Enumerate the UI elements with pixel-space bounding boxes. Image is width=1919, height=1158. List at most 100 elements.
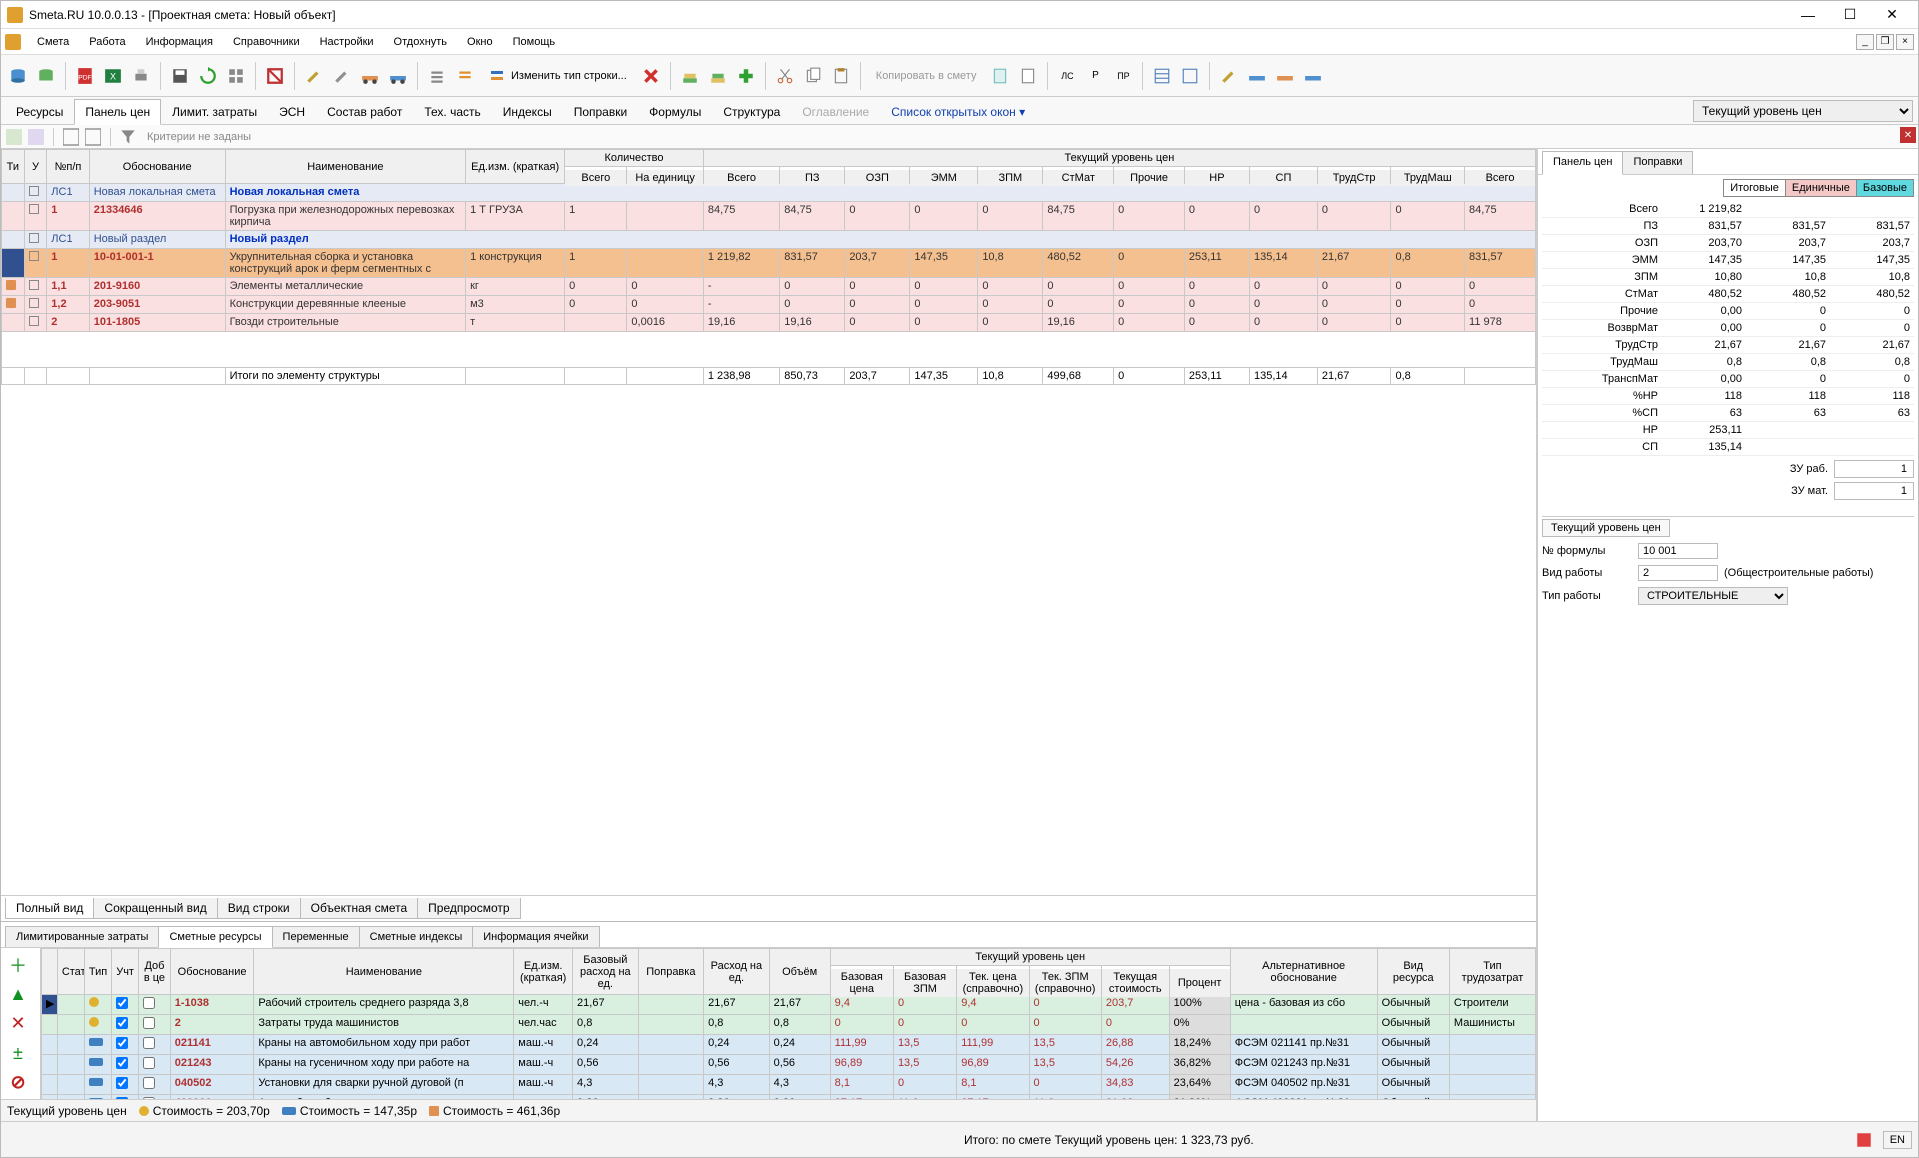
table-row[interactable]: ЛС1Новый разделНовый раздел xyxy=(2,231,1536,249)
stack2-icon[interactable] xyxy=(705,63,731,89)
maximize-button[interactable]: ☐ xyxy=(1830,4,1870,26)
lang-indicator[interactable]: EN xyxy=(1883,1131,1912,1149)
mdi-restore[interactable]: ❐ xyxy=(1876,34,1894,50)
badge-pr[interactable]: ПР xyxy=(1110,63,1136,89)
bh-dob[interactable]: Доб в це xyxy=(139,949,171,995)
menu-help[interactable]: Помощь xyxy=(503,32,566,52)
zu-rab-v[interactable]: 1 xyxy=(1834,460,1914,478)
subtab-8[interactable]: Формулы xyxy=(638,99,712,124)
view-tab-3[interactable]: Объектная смета xyxy=(300,898,419,919)
bottom-tab-4[interactable]: Информация ячейки xyxy=(472,926,599,947)
table-row[interactable]: 021141Краны на автомобильном ходу при ра… xyxy=(42,1035,1536,1055)
menu-rest[interactable]: Отдохнуть xyxy=(384,32,458,52)
table-row[interactable]: ▶1-1038Рабочий строитель среднего разряд… xyxy=(42,995,1536,1015)
hammer3-icon[interactable] xyxy=(1216,63,1242,89)
chk-dob[interactable] xyxy=(143,1077,155,1089)
bottom-grid[interactable]: Стат Тип Учт Доб в це Обоснование Наимен… xyxy=(41,948,1536,1099)
change-type-button[interactable]: Изменить тип строки... xyxy=(480,63,636,89)
noentry-btn[interactable]: ⊘ xyxy=(3,1070,33,1095)
subtab-7[interactable]: Поправки xyxy=(563,99,638,124)
hdr-trudstr[interactable]: ТрудСтр xyxy=(1317,169,1391,186)
menu-smeta[interactable]: Смета xyxy=(27,32,79,52)
chk-dob[interactable] xyxy=(143,997,155,1009)
hdr-pz[interactable]: ПЗ xyxy=(780,169,845,186)
bh-bp[interactable]: Базовая цена xyxy=(830,968,893,997)
bh-cz[interactable]: Тек. ЗПМ (справочно) xyxy=(1029,968,1101,997)
chk-dob[interactable] xyxy=(143,1057,155,1069)
bh-base-unit[interactable]: Базовый расход на ед. xyxy=(573,949,639,995)
subtab-3[interactable]: ЭСН xyxy=(268,99,316,124)
delete-red-icon[interactable] xyxy=(638,63,664,89)
view-tab-4[interactable]: Предпросмотр xyxy=(417,898,520,919)
chk-ucht[interactable] xyxy=(116,1077,128,1089)
bh-alt[interactable]: Альтернативное обоснование xyxy=(1230,949,1377,995)
car-blue-icon[interactable] xyxy=(385,63,411,89)
hdr-u[interactable]: У xyxy=(24,150,47,184)
hdr-ltotal[interactable]: Всего xyxy=(703,169,779,186)
hdr-osnov[interactable]: Обоснование xyxy=(89,150,225,184)
table-row[interactable]: 021243Краны на гусеничном ходу при работ… xyxy=(42,1055,1536,1075)
truck1-icon[interactable] xyxy=(1244,63,1270,89)
criteria-close[interactable]: ✕ xyxy=(1900,127,1916,143)
subtab-0[interactable]: Ресурсы xyxy=(5,99,74,124)
right-tab-popravki[interactable]: Поправки xyxy=(1622,151,1693,174)
hdr-lvl[interactable]: Текущий уровень цен xyxy=(703,150,1535,167)
pdf-icon[interactable]: PDF xyxy=(72,63,98,89)
subtab-6[interactable]: Индексы xyxy=(492,99,563,124)
view-tab-1[interactable]: Сокращенный вид xyxy=(93,898,217,919)
subtab-2[interactable]: Лимит. затраты xyxy=(161,99,268,124)
bottom-tab-2[interactable]: Переменные xyxy=(272,926,360,947)
chk-ucht[interactable] xyxy=(116,1057,128,1069)
db2-icon[interactable] xyxy=(33,63,59,89)
filter-icon[interactable] xyxy=(119,128,137,146)
hdr-name[interactable]: Наименование xyxy=(225,150,466,184)
bh-tip[interactable]: Тип xyxy=(84,949,111,995)
cut-icon[interactable] xyxy=(772,63,798,89)
bottom-tab-1[interactable]: Сметные ресурсы xyxy=(158,926,272,948)
table-row[interactable]: ЛС1Новая локальная сметаНовая локальная … xyxy=(2,184,1536,202)
chk-dob[interactable] xyxy=(143,1037,155,1049)
print-icon[interactable] xyxy=(128,63,154,89)
table2-icon[interactable] xyxy=(1177,63,1203,89)
badge-r[interactable]: Р xyxy=(1082,63,1108,89)
car-orange-icon[interactable] xyxy=(357,63,383,89)
hdr-ozp[interactable]: ОЗП xyxy=(845,169,910,186)
main-grid[interactable]: Ти У №п/п Обоснование Наименование Ед.из… xyxy=(1,149,1536,895)
refresh-icon[interactable] xyxy=(195,63,221,89)
bh-ucht[interactable]: Учт xyxy=(112,949,139,995)
hdr-qty[interactable]: Количество xyxy=(565,150,704,167)
btn-edinich[interactable]: Единичные xyxy=(1785,179,1857,197)
copy-to-button[interactable]: Копировать в смету xyxy=(867,63,986,89)
subtab-10[interactable]: Оглавление xyxy=(791,99,880,124)
clip2-icon[interactable] xyxy=(1015,63,1041,89)
bh-corr[interactable]: Поправка xyxy=(638,949,704,995)
bh-bz[interactable]: Базовая ЗПМ xyxy=(893,968,956,997)
table-icon[interactable] xyxy=(1149,63,1175,89)
table-row[interactable]: 121334646Погрузка при железнодорожных пе… xyxy=(2,202,1536,231)
truck2-icon[interactable] xyxy=(1272,63,1298,89)
zu-mat-v[interactable]: 1 xyxy=(1834,482,1914,500)
crit-btn3[interactable] xyxy=(62,128,80,146)
subtab-11[interactable]: Список открытых окон ▾ xyxy=(880,99,1036,124)
hammer2-icon[interactable] xyxy=(329,63,355,89)
crit-btn2[interactable] xyxy=(27,128,45,146)
bh-flow[interactable]: Расход на ед. xyxy=(704,949,770,995)
table-row[interactable]: 110-01-001-1Укрупнительная сборка и уста… xyxy=(2,249,1536,278)
bottom-tab-0[interactable]: Лимитированные затраты xyxy=(5,926,159,947)
hdr-sp[interactable]: СП xyxy=(1249,169,1317,186)
cancel-red-icon[interactable] xyxy=(262,63,288,89)
menu-rabota[interactable]: Работа xyxy=(79,32,135,52)
menu-window[interactable]: Окно xyxy=(457,32,503,52)
minimize-button[interactable]: — xyxy=(1788,4,1828,26)
table-row[interactable]: 1,1201-9160Элементы металлическиекг00-00… xyxy=(2,278,1536,296)
bh-cp[interactable]: Тек. цена (справочно) xyxy=(957,968,1029,997)
menu-info[interactable]: Информация xyxy=(136,32,223,52)
mdi-close[interactable]: × xyxy=(1896,34,1914,50)
bh-stat[interactable]: Стат xyxy=(57,949,84,995)
hdr-np[interactable]: №п/п xyxy=(47,150,89,184)
close-button[interactable]: ✕ xyxy=(1872,4,1912,26)
hdr-qtotal[interactable]: Всего xyxy=(565,169,627,186)
subtab-5[interactable]: Тех. часть xyxy=(413,99,491,124)
bh-vol[interactable]: Объём xyxy=(769,949,830,995)
price-level-select[interactable]: Текущий уровень цен xyxy=(1693,100,1913,122)
